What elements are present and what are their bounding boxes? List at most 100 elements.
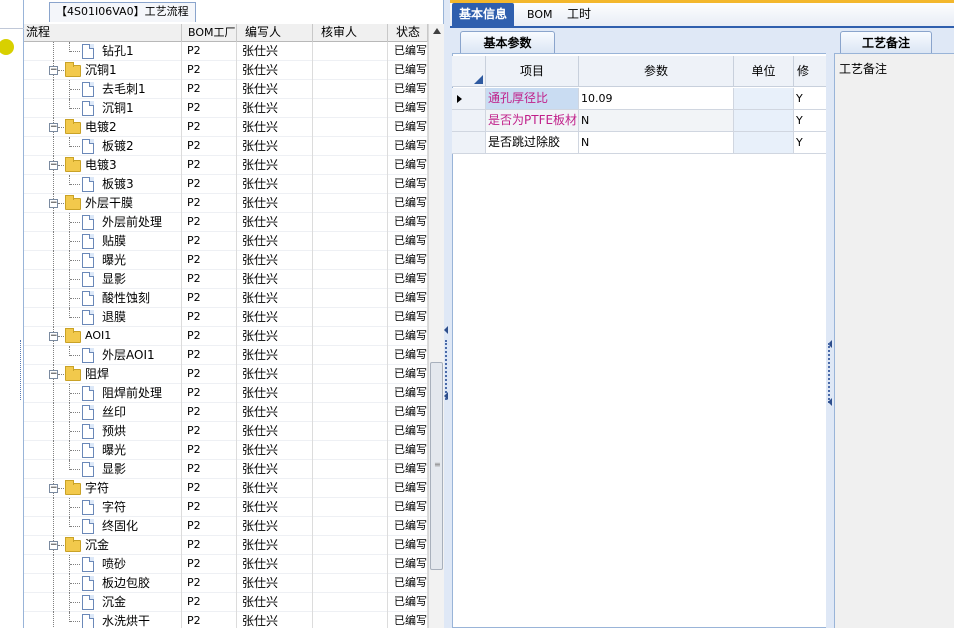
tree-cell-reviewer[interactable] — [313, 61, 388, 80]
tree-cell-status[interactable]: 已编写 — [388, 612, 428, 628]
tab-bom[interactable]: BOM — [520, 3, 560, 26]
tree-cell-writer[interactable]: 张仕兴 — [237, 460, 313, 479]
tab-basic-params[interactable]: 基本参数 — [460, 31, 555, 53]
tree-row[interactable]: 沉铜1 P2 张仕兴 已编写 — [24, 99, 428, 118]
tree-row[interactable]: − 外层干膜 P2 张仕兴 已编写 — [24, 194, 428, 213]
tree-row[interactable]: − AOI1 P2 张仕兴 已编写 — [24, 327, 428, 346]
tree-cell-status[interactable]: 已编写 — [388, 80, 428, 99]
tree-cell-status[interactable]: 已编写 — [388, 593, 428, 612]
tree-cell-writer[interactable]: 张仕兴 — [237, 574, 313, 593]
tree-cell-bom[interactable]: P2 — [182, 384, 237, 403]
tree-cell-writer[interactable]: 张仕兴 — [237, 213, 313, 232]
tree-cell-bom[interactable]: P2 — [182, 612, 237, 628]
tree-cell-flow[interactable]: 终固化 — [24, 517, 182, 536]
tree-cell-status[interactable]: 已编写 — [388, 251, 428, 270]
column-header-param[interactable]: 参数 — [579, 56, 734, 87]
tree-cell-bom[interactable]: P2 — [182, 403, 237, 422]
params-row[interactable]: 是否为PTFE板材 N Y — [452, 110, 828, 132]
tree-cell-flow[interactable]: − 外层干膜 — [24, 194, 182, 213]
tree-cell-bom[interactable]: P2 — [182, 61, 237, 80]
tree-row[interactable]: 外层前处理 P2 张仕兴 已编写 — [24, 213, 428, 232]
collapse-toggle-icon[interactable]: − — [49, 370, 58, 379]
tree-cell-bom[interactable]: P2 — [182, 42, 237, 61]
tree-row[interactable]: 字符 P2 张仕兴 已编写 — [24, 498, 428, 517]
tree-cell-bom[interactable]: P2 — [182, 156, 237, 175]
tree-cell-bom[interactable]: P2 — [182, 99, 237, 118]
tree-row[interactable]: − 字符 P2 张仕兴 已编写 — [24, 479, 428, 498]
tree-cell-status[interactable]: 已编写 — [388, 213, 428, 232]
select-all-corner[interactable] — [452, 56, 486, 87]
tree-row[interactable]: 退膜 P2 张仕兴 已编写 — [24, 308, 428, 327]
tree-cell-writer[interactable]: 张仕兴 — [237, 365, 313, 384]
tree-cell-status[interactable]: 已编写 — [388, 555, 428, 574]
tree-cell-reviewer[interactable] — [313, 42, 388, 61]
column-header-bom[interactable]: BOM工厂 — [182, 24, 237, 42]
tree-cell-bom[interactable]: P2 — [182, 308, 237, 327]
tree-row[interactable]: 丝印 P2 张仕兴 已编写 — [24, 403, 428, 422]
tree-cell-status[interactable]: 已编写 — [388, 384, 428, 403]
param-value-cell[interactable]: N — [579, 132, 734, 154]
tree-cell-reviewer[interactable] — [313, 574, 388, 593]
tree-cell-status[interactable]: 已编写 — [388, 99, 428, 118]
tree-cell-writer[interactable]: 张仕兴 — [237, 308, 313, 327]
tree-cell-flow[interactable]: 喷砂 — [24, 555, 182, 574]
collapse-right-arrow-icon-2[interactable] — [828, 398, 832, 406]
tree-cell-flow[interactable]: 水洗烘干 — [24, 612, 182, 628]
tree-cell-reviewer[interactable] — [313, 365, 388, 384]
tree-cell-writer[interactable]: 张仕兴 — [237, 498, 313, 517]
tree-cell-bom[interactable]: P2 — [182, 441, 237, 460]
process-tree-tab[interactable]: 【4S01I06VA0】工艺流程 — [49, 2, 196, 22]
tree-cell-reviewer[interactable] — [313, 194, 388, 213]
collapse-toggle-icon[interactable]: − — [49, 541, 58, 550]
collapse-toggle-icon[interactable]: − — [49, 66, 58, 75]
tree-cell-flow[interactable]: 外层前处理 — [24, 213, 182, 232]
tree-cell-reviewer[interactable] — [313, 536, 388, 555]
tree-row[interactable]: − 沉金 P2 张仕兴 已编写 — [24, 536, 428, 555]
tree-cell-bom[interactable]: P2 — [182, 536, 237, 555]
tree-cell-writer[interactable]: 张仕兴 — [237, 137, 313, 156]
tree-cell-flow[interactable]: 丝印 — [24, 403, 182, 422]
tree-cell-reviewer[interactable] — [313, 213, 388, 232]
column-header-writer[interactable]: 编写人 — [237, 24, 313, 42]
tree-cell-reviewer[interactable] — [313, 251, 388, 270]
tree-cell-reviewer[interactable] — [313, 327, 388, 346]
tree-row[interactable]: 终固化 P2 张仕兴 已编写 — [24, 517, 428, 536]
tree-cell-bom[interactable]: P2 — [182, 175, 237, 194]
tree-cell-status[interactable]: 已编写 — [388, 327, 428, 346]
tree-cell-writer[interactable]: 张仕兴 — [237, 251, 313, 270]
tree-cell-bom[interactable]: P2 — [182, 574, 237, 593]
column-header-reviewer[interactable]: 核审人 — [313, 24, 388, 42]
collapse-left-arrow-icon[interactable] — [444, 326, 448, 334]
tree-cell-status[interactable]: 已编写 — [388, 156, 428, 175]
tree-cell-flow[interactable]: 酸性蚀刻 — [24, 289, 182, 308]
collapse-left-arrow-icon-2[interactable] — [444, 392, 448, 400]
tree-row[interactable]: 酸性蚀刻 P2 张仕兴 已编写 — [24, 289, 428, 308]
param-value-cell[interactable]: 10.09 — [579, 88, 734, 110]
tree-cell-bom[interactable]: P2 — [182, 498, 237, 517]
tree-cell-status[interactable]: 已编写 — [388, 422, 428, 441]
tree-cell-flow[interactable]: 显影 — [24, 460, 182, 479]
tree-cell-writer[interactable]: 张仕兴 — [237, 555, 313, 574]
param-value-cell[interactable]: N — [579, 110, 734, 132]
tree-cell-status[interactable]: 已编写 — [388, 42, 428, 61]
tree-cell-flow[interactable]: 退膜 — [24, 308, 182, 327]
tree-cell-flow[interactable]: − AOI1 — [24, 327, 182, 346]
row-selector[interactable] — [452, 132, 486, 154]
tree-cell-status[interactable]: 已编写 — [388, 574, 428, 593]
tree-cell-status[interactable]: 已编写 — [388, 61, 428, 80]
tree-cell-flow[interactable]: 外层AOI1 — [24, 346, 182, 365]
param-unit-cell[interactable] — [734, 88, 794, 110]
tree-cell-bom[interactable]: P2 — [182, 593, 237, 612]
param-mod-cell[interactable]: Y — [794, 132, 828, 154]
tree-cell-reviewer[interactable] — [313, 99, 388, 118]
tree-row[interactable]: − 沉铜1 P2 张仕兴 已编写 — [24, 61, 428, 80]
tree-cell-bom[interactable]: P2 — [182, 327, 237, 346]
tab-work-hours[interactable]: 工时 — [560, 3, 598, 26]
tree-row[interactable]: 曝光 P2 张仕兴 已编写 — [24, 441, 428, 460]
tree-cell-bom[interactable]: P2 — [182, 460, 237, 479]
tree-row[interactable]: 预烘 P2 张仕兴 已编写 — [24, 422, 428, 441]
tree-row[interactable]: 阻焊前处理 P2 张仕兴 已编写 — [24, 384, 428, 403]
tree-cell-bom[interactable]: P2 — [182, 289, 237, 308]
param-mod-cell[interactable]: Y — [794, 88, 828, 110]
tree-row[interactable]: − 阻焊 P2 张仕兴 已编写 — [24, 365, 428, 384]
